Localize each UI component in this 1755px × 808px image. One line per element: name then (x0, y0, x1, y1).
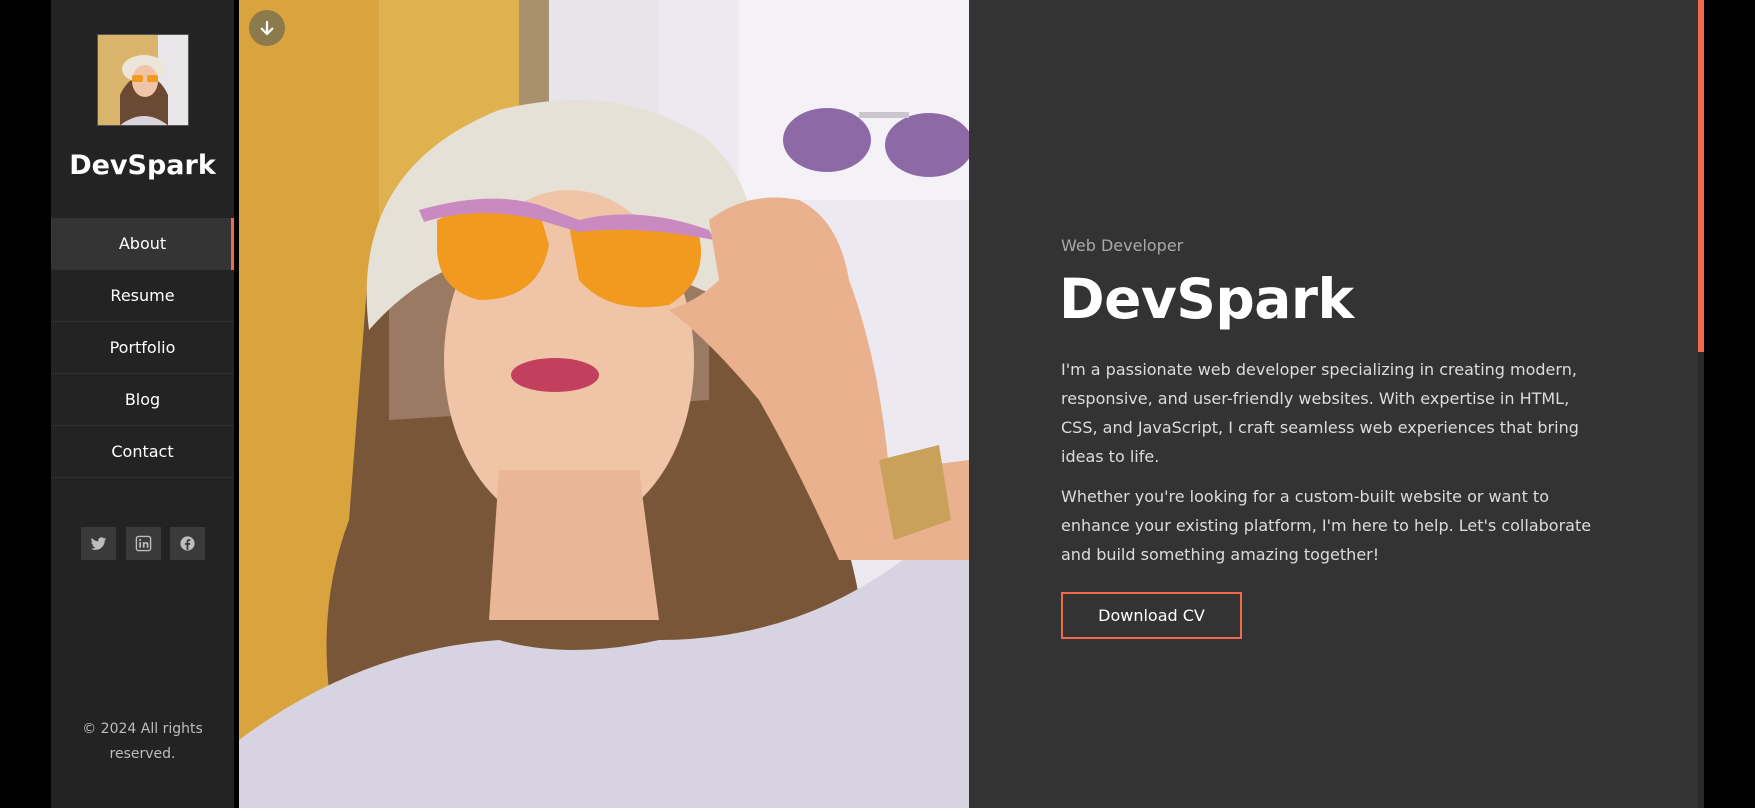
copyright-text: © 2024 All rights reserved. (82, 721, 203, 762)
download-cv-button[interactable]: Download CV (1061, 592, 1242, 639)
role-subtitle: Web Developer (1061, 236, 1184, 255)
cta-paragraph: Whether you're looking for a custom-buil… (1061, 487, 1592, 564)
intro-paragraph: I'm a passionate web developer specializ… (1061, 360, 1579, 466)
linkedin-icon[interactable] (125, 527, 161, 560)
arrow-down-icon (260, 20, 274, 36)
main-nav: About Resume Portfolio Blog Contact (51, 218, 234, 478)
nav-item-contact[interactable]: Contact (51, 426, 234, 478)
hero-photo (239, 0, 969, 808)
nav-item-resume[interactable]: Resume (51, 270, 234, 322)
brand-name: DevSpark (69, 150, 216, 181)
facebook-icon[interactable] (170, 527, 205, 560)
nav-item-blog[interactable]: Blog (51, 374, 234, 426)
sidebar: DevSpark About Resume Portfolio Blog Con… (51, 0, 234, 808)
about-section: Web Developer DevSpark I'm a passionate … (969, 0, 1698, 808)
nav-item-about[interactable]: About (51, 218, 234, 270)
twitter-icon[interactable] (81, 527, 116, 560)
avatar (97, 34, 189, 126)
social-links (81, 527, 205, 560)
scroll-down-button[interactable] (249, 10, 285, 46)
page-title: DevSpark (1059, 267, 1354, 331)
nav-item-portfolio[interactable]: Portfolio (51, 322, 234, 374)
scrollbar-thumb[interactable] (1698, 0, 1704, 352)
